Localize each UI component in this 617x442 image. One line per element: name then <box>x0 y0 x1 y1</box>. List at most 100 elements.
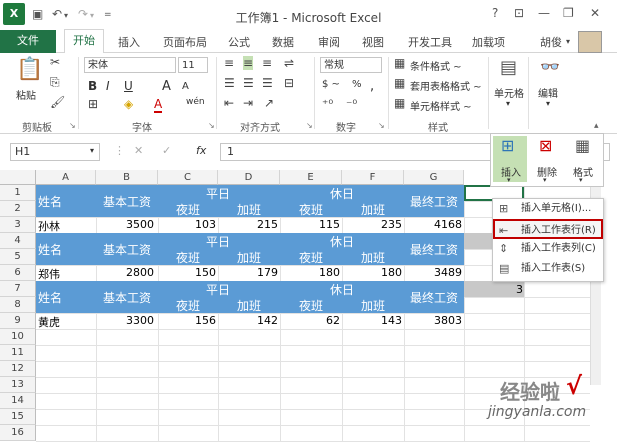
column-header[interactable]: E <box>280 170 342 185</box>
menu-item-insert-sheet[interactable]: ▤ 插入工作表(S) <box>493 259 603 279</box>
delete-icon[interactable]: ⊠ <box>539 136 552 155</box>
format-icon[interactable]: ▦ <box>575 136 590 155</box>
name-box[interactable]: H1 <box>10 143 100 161</box>
format-painter-icon[interactable]: 🖌 <box>50 95 65 109</box>
cell-styles-button[interactable]: 单元格样式 ~ <box>410 98 472 113</box>
align-right-icon[interactable]: ☰ <box>262 76 273 90</box>
enter-icon[interactable]: ✓ <box>162 144 171 157</box>
tab-view[interactable]: 视图 <box>362 34 384 50</box>
row-header[interactable]: 1 <box>0 185 36 201</box>
paste-button[interactable]: 粘贴 <box>16 87 36 102</box>
row-header[interactable]: 11 <box>0 345 36 361</box>
font-launcher-icon[interactable]: ↘ <box>208 121 215 130</box>
editing-button[interactable]: 编辑 <box>538 85 558 100</box>
row-header[interactable]: 8 <box>0 297 36 313</box>
format-as-table-button[interactable]: 套用表格格式 ~ <box>410 78 482 93</box>
bold-button[interactable]: B <box>88 79 97 93</box>
align-bottom-icon[interactable]: ≡ <box>262 56 272 70</box>
border-icon[interactable]: ⊞ <box>88 97 98 111</box>
row-header[interactable]: 7 <box>0 281 36 297</box>
account-name[interactable]: 胡俊 <box>540 34 562 50</box>
align-center-icon[interactable]: ☰ <box>243 76 254 90</box>
row-header[interactable]: 15 <box>0 409 36 425</box>
underline-button[interactable]: U <box>124 79 133 93</box>
shrink-font-button[interactable]: A <box>182 81 189 92</box>
formula-options-icon[interactable]: ⋮ <box>114 144 125 157</box>
cells-icon[interactable]: ▤ <box>500 57 517 78</box>
cancel-icon[interactable]: ✕ <box>134 144 143 157</box>
tab-addins[interactable]: 加载项 <box>472 34 505 50</box>
conditional-format-icon[interactable]: ▦ <box>394 56 405 70</box>
column-header[interactable]: A <box>36 170 96 185</box>
tab-page-layout[interactable]: 页面布局 <box>163 34 207 50</box>
insert-icon[interactable]: ⊞ <box>501 136 514 155</box>
column-header[interactable]: D <box>218 170 280 185</box>
clipboard-launcher-icon[interactable]: ↘ <box>69 121 76 130</box>
account-dropdown-icon[interactable]: ▾ <box>566 37 570 46</box>
grow-font-button[interactable]: A <box>162 79 171 94</box>
collapse-ribbon-icon[interactable]: ▴ <box>594 121 599 131</box>
row-header[interactable]: 6 <box>0 265 36 281</box>
row-header[interactable]: 2 <box>0 201 36 217</box>
minimize-icon[interactable]: — <box>538 6 550 20</box>
cells-dropdown-icon[interactable]: ▾ <box>506 99 510 108</box>
tab-review[interactable]: 审阅 <box>318 34 340 50</box>
fill-color-icon[interactable]: ◈ <box>124 97 133 111</box>
delete-dropdown-icon[interactable]: ▾ <box>543 176 547 184</box>
tab-insert[interactable]: 插入 <box>118 34 140 50</box>
insert-dropdown-icon[interactable]: ▾ <box>507 176 511 184</box>
font-size-combo[interactable]: 11 <box>178 57 208 73</box>
tab-formulas[interactable]: 公式 <box>228 34 250 50</box>
selected-cell[interactable] <box>464 281 524 297</box>
cells-button[interactable]: 单元格 <box>494 85 524 100</box>
row-header[interactable]: 14 <box>0 393 36 409</box>
column-header[interactable]: C <box>158 170 218 185</box>
cell-styles-icon[interactable]: ▦ <box>394 96 405 110</box>
increase-decimal-icon[interactable]: ⁺⁰ <box>322 97 333 111</box>
percent-button[interactable]: % <box>352 79 362 90</box>
select-all-corner[interactable] <box>0 170 36 185</box>
insert-button[interactable]: 插入 <box>501 164 521 179</box>
row-header[interactable]: 13 <box>0 377 36 393</box>
alignment-launcher-icon[interactable]: ↘ <box>306 121 313 130</box>
row-header[interactable]: 10 <box>0 329 36 345</box>
font-color-button[interactable]: A <box>154 97 163 113</box>
wrap-text-icon[interactable]: ⇌ <box>284 56 294 70</box>
format-dropdown-icon[interactable]: ▾ <box>579 176 583 184</box>
row-header[interactable]: 9 <box>0 313 36 329</box>
italic-button[interactable]: I <box>106 79 110 93</box>
column-header[interactable]: B <box>96 170 158 185</box>
tab-developer[interactable]: 开发工具 <box>408 34 452 50</box>
tab-data[interactable]: 数据 <box>272 34 294 50</box>
number-launcher-icon[interactable]: ↘ <box>378 121 385 130</box>
phonetic-button[interactable]: wén <box>186 97 205 107</box>
conditional-format-button[interactable]: 条件格式 ~ <box>410 58 462 73</box>
merge-center-icon[interactable]: ⊟ <box>284 76 294 90</box>
editing-dropdown-icon[interactable]: ▾ <box>546 99 550 108</box>
align-top-icon[interactable]: ≡ <box>224 56 234 70</box>
align-middle-icon[interactable]: ≡ <box>243 56 254 70</box>
align-left-icon[interactable]: ☰ <box>224 76 235 90</box>
decrease-decimal-icon[interactable]: ⁻⁰ <box>346 97 357 111</box>
column-header[interactable]: F <box>342 170 404 185</box>
copy-icon[interactable]: ⎘ <box>50 75 60 90</box>
row-header[interactable]: 16 <box>0 425 36 441</box>
menu-item-insert-columns[interactable]: ⇕ 插入工作表列(C) <box>493 239 603 259</box>
avatar[interactable] <box>578 31 602 53</box>
row-header[interactable]: 4 <box>0 233 36 249</box>
paste-icon[interactable]: 📋 <box>16 57 43 82</box>
menu-item-insert-cells[interactable]: ⊞ 插入单元格(I)... <box>493 199 603 219</box>
insert-function-button[interactable]: fx <box>196 144 206 157</box>
tab-home[interactable]: 开始 <box>64 29 104 54</box>
increase-indent-icon[interactable]: ⇥ <box>243 96 253 110</box>
delete-button[interactable]: 删除 <box>537 164 557 179</box>
column-header[interactable]: G <box>404 170 464 185</box>
row-header[interactable]: 12 <box>0 361 36 377</box>
number-format-combo[interactable]: 常规 <box>320 57 382 73</box>
decrease-indent-icon[interactable]: ⇤ <box>224 96 234 110</box>
orientation-icon[interactable]: ↗ <box>264 96 274 110</box>
row-header[interactable]: 3 <box>0 217 36 233</box>
restore-icon[interactable]: ❐ <box>563 6 574 20</box>
currency-button[interactable]: $ ~ <box>322 79 340 90</box>
comma-button[interactable]: , <box>370 79 374 94</box>
